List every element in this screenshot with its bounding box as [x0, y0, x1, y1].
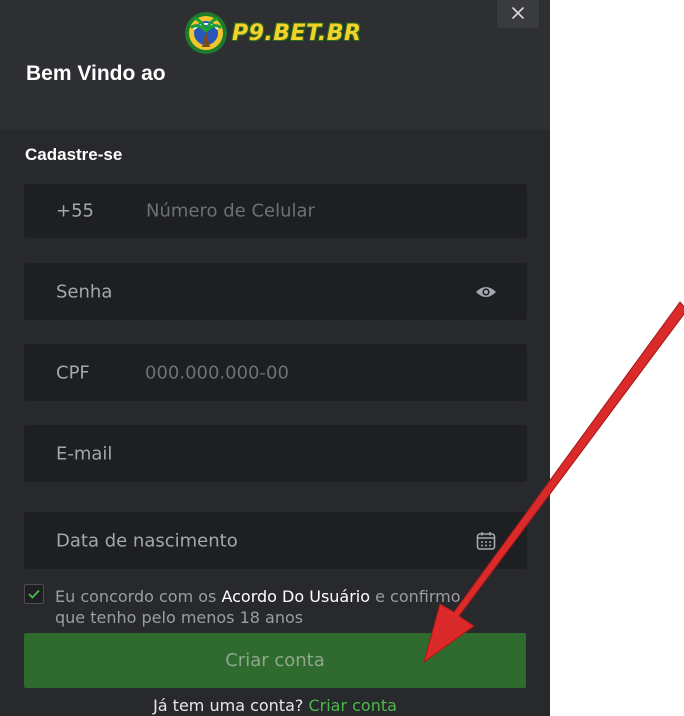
password-field[interactable]: Senha [24, 263, 527, 320]
form-title: Cadastre-se [25, 145, 123, 164]
close-button[interactable] [497, 0, 539, 28]
modal-header: P9.BET.BR Bem Vindo ao [0, 0, 550, 130]
login-link[interactable]: Criar conta [308, 696, 396, 715]
password-input-placeholder: Senha [56, 281, 113, 302]
checkmark-icon [28, 589, 40, 599]
logo-emblem-icon [185, 12, 227, 54]
agreement-text-before: Eu concordo com os [55, 587, 222, 606]
close-icon [512, 7, 524, 19]
login-question: Já tem uma conta? [153, 696, 309, 715]
create-account-button[interactable]: Criar conta [24, 633, 526, 688]
welcome-heading: Bem Vindo ao [26, 62, 166, 85]
phone-input-placeholder: Número de Celular [146, 200, 315, 222]
email-field[interactable]: E-mail [24, 425, 527, 482]
eye-icon[interactable] [475, 281, 497, 303]
birthdate-field[interactable]: Data de nascimento [24, 512, 527, 569]
register-modal: P9.BET.BR Bem Vindo ao Cadastre-se +55 N… [0, 0, 550, 716]
phone-prefix: +55 [56, 200, 94, 222]
brand-logo-text: P9.BET.BR [232, 20, 362, 46]
login-prompt: Já tem uma conta? Criar conta [0, 696, 550, 715]
calendar-icon[interactable] [475, 530, 497, 552]
agreement-checkbox[interactable] [24, 584, 44, 604]
cpf-input-placeholder: 000.000.000-00 [145, 362, 289, 383]
user-agreement-link[interactable]: Acordo Do Usuário [221, 587, 370, 606]
birthdate-input-placeholder: Data de nascimento [56, 530, 238, 551]
cpf-field[interactable]: CPF 000.000.000-00 [24, 344, 527, 401]
email-input-placeholder: E-mail [56, 443, 113, 464]
agreement-text: Eu concordo com os Acordo Do Usuário e c… [55, 586, 495, 628]
phone-field[interactable]: +55 Número de Celular [24, 184, 527, 238]
cpf-label: CPF [56, 362, 90, 383]
brand-logo: P9.BET.BR [182, 8, 361, 58]
